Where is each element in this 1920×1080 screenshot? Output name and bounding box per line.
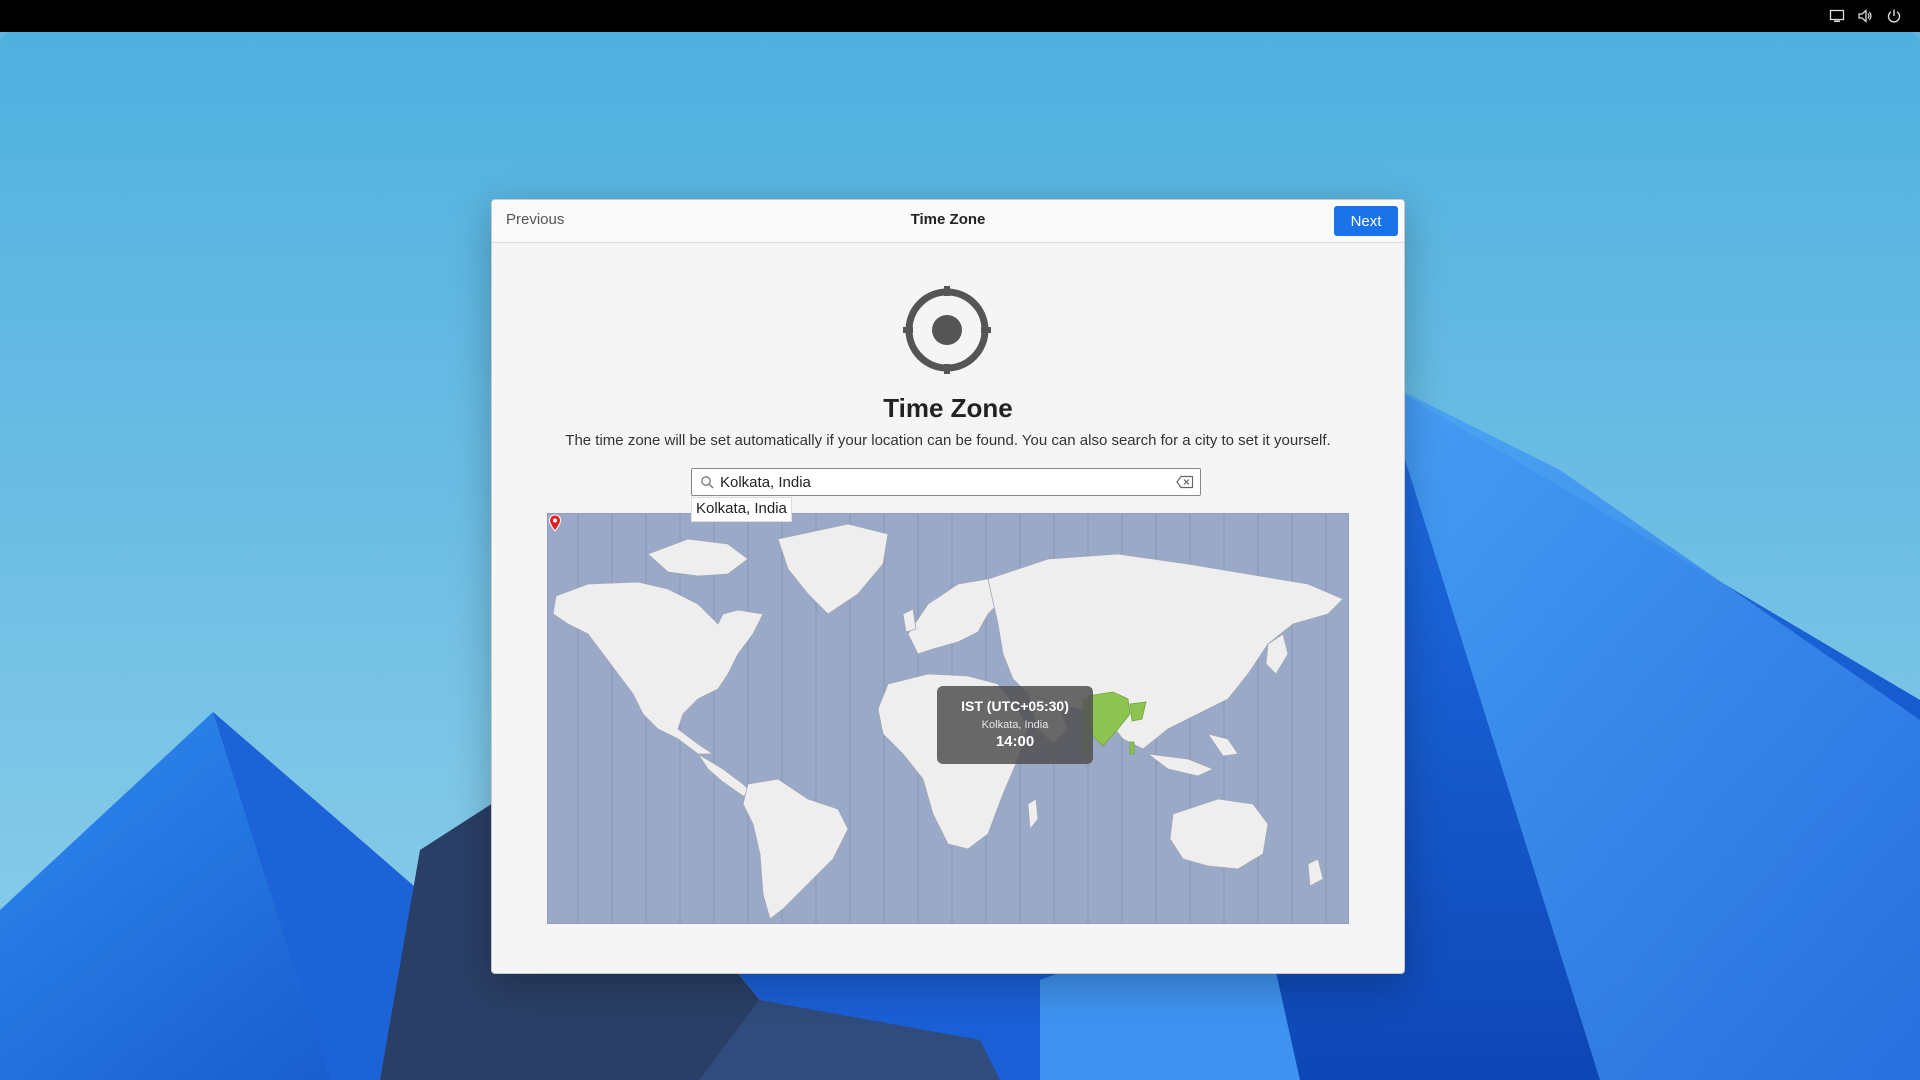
location-pin-icon [548, 514, 562, 532]
location-crosshair-icon [903, 286, 991, 374]
timezone-time: 14:00 [995, 733, 1035, 750]
timezone-tooltip: IST (UTC+05:30) Kolkata, India 14:00 [937, 686, 1093, 764]
top-bar [0, 0, 1920, 32]
header-bar: Previous Time Zone Next [492, 200, 1404, 243]
search-input[interactable] [720, 471, 1160, 493]
time-zone-dialog: Previous Time Zone Next Time Zone The ti… [491, 199, 1405, 974]
search-box[interactable] [691, 468, 1201, 496]
timezone-name: IST (UTC+05:30) [961, 698, 1069, 714]
display-icon[interactable] [1829, 8, 1845, 24]
next-button[interactable]: Next [1334, 206, 1398, 236]
page-description: The time zone will be set automatically … [565, 432, 1331, 449]
timezone-city: Kolkata, India [981, 719, 1049, 731]
header-title: Time Zone [910, 211, 986, 228]
world-map[interactable]: IST (UTC+05:30) Kolkata, India 14:00 [547, 513, 1349, 924]
power-icon[interactable] [1886, 8, 1902, 24]
search-suggestion[interactable]: Kolkata, India [691, 497, 792, 522]
clear-search-icon[interactable] [1176, 475, 1194, 489]
search-icon [701, 476, 714, 489]
volume-icon[interactable] [1857, 8, 1873, 24]
page-title: Time Zone [883, 393, 1013, 423]
